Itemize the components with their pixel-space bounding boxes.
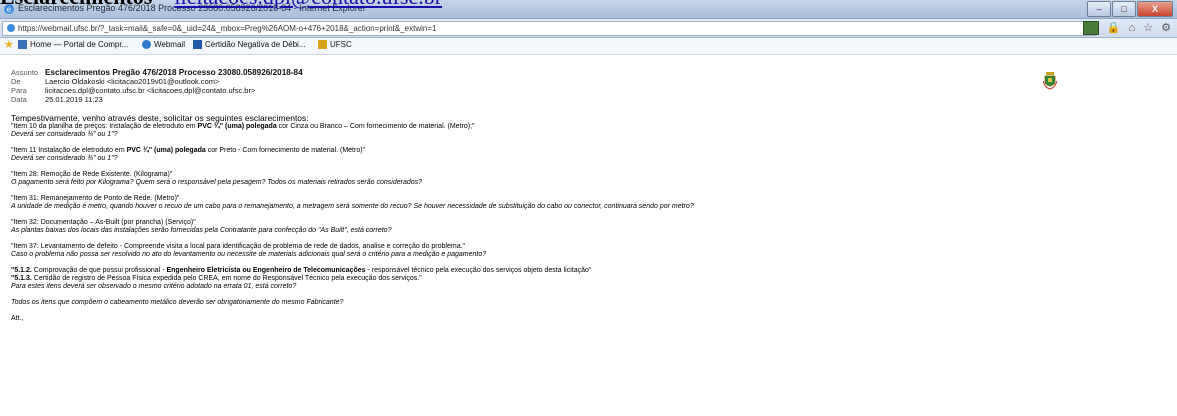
item-37-text: "Item 37: Levantamento de defeito - Comp… (11, 243, 466, 250)
signoff: Att., (11, 315, 24, 322)
lock-icon[interactable]: 🔒 (1107, 22, 1121, 35)
item-512-number: "5.1.2. (11, 267, 32, 274)
settings-gear-icon[interactable]: ⚙ (1161, 22, 1171, 35)
item-513-post: Certidão de registro de Pessoa Física ex… (31, 275, 422, 282)
from-label: De (11, 77, 21, 86)
item-10-block: "Item 10 da planilha de preços: Instalaç… (11, 123, 1161, 139)
overflow-heading: Esclarecimentos licitacoes.dpl@contato.uf… (0, 0, 442, 8)
item-11-text: "Item 11 Instalação de eletroduto em PVC… (11, 147, 1161, 155)
item-10-post: cor Cinza ou Branco – Com fornecimento d… (276, 123, 475, 130)
item-28-question: O pagamento será feito por Kilograma? Qu… (11, 179, 423, 186)
favorite-label: UFSC (330, 40, 352, 49)
email-to: licitacoes.dpl@contato.ufsc.br <licitaco… (45, 86, 256, 95)
maximize-button[interactable]: □ (1112, 1, 1136, 17)
item-37-block: "Item 37: Levantamento de defeito - Comp… (11, 243, 1161, 259)
final-question-block: Todos os itens que compõem o cabeamento … (11, 299, 1161, 307)
item-11-post: cor Preto - Com fornecimento de material… (205, 147, 366, 154)
intro-text: Tempestivamente, venho através deste, so… (11, 113, 309, 123)
email-from: Laercio Oldakoski <licitacao2019v01@outl… (45, 77, 220, 86)
certidao-icon (193, 40, 202, 49)
item-512-bold: Engenheiro Eletricista ou Engenheiro de … (166, 267, 366, 274)
to-label: Para (11, 86, 27, 95)
item-37-question: Caso o problema não possa ser resolvido … (11, 251, 487, 258)
item-11-bold: PVC ¾" (uma) polegada (126, 147, 206, 154)
email-subject: Esclarecimentos Pregão 476/2018 Processo… (45, 68, 303, 77)
email-header: Assunto Esclarecimentos Pregão 476/2018 P… (11, 68, 303, 104)
item-32-question: As plantas baixas dos locais das instala… (11, 227, 392, 234)
favorites-star-icon[interactable]: ☆ (1143, 22, 1153, 35)
item-512-post: - responsável técnico pela execução dos … (365, 267, 592, 274)
item-10-question: Deverá ser considerado ¾" ou 1"? (11, 131, 118, 138)
compatibility-view-icon[interactable] (1082, 21, 1099, 35)
page-icon (7, 24, 15, 32)
final-question: Todos os itens que compõem o cabeamento … (11, 299, 344, 306)
portal-icon (18, 40, 27, 49)
favorite-label: Webmail (154, 40, 185, 49)
ufsc-crest-logo (1043, 72, 1057, 90)
home-icon[interactable]: ⌂ (1129, 22, 1136, 35)
close-button[interactable]: X (1137, 1, 1173, 17)
webmail-icon (142, 40, 151, 49)
item-10-text: "Item 10 da planilha de preços: Instalaç… (11, 123, 1161, 131)
item-513-number: "5.1.3. (11, 275, 32, 282)
url-text: https://webmail.ufsc.br/?_task=mail&_saf… (18, 24, 437, 33)
item-31-block: "Item 31: Remanejamento de Ponto de Rede… (11, 195, 1161, 211)
favorite-ufsc[interactable]: UFSC (318, 40, 352, 49)
minimize-button[interactable]: – (1087, 1, 1111, 17)
item-28-text: "Item 28: Remoção de Rede Existente. (Ki… (11, 171, 173, 178)
item-10-bold: PVC ¾" (uma) polegada (197, 123, 277, 130)
favorite-label: Home — Portal de Compr... (30, 40, 129, 49)
address-bar: https://webmail.ufsc.br/?_task=mail&_saf… (0, 19, 1177, 38)
item-512-text: "5.1.2. Comprovação de que possui profis… (11, 267, 1161, 275)
item-513-text: "5.1.3. Certidão de registro de Pessoa F… (11, 275, 1161, 283)
item-11-question: Deverá ser considerado ¾" ou 1"? (11, 155, 118, 162)
subject-label: Assunto (11, 68, 39, 77)
date-label: Data (11, 95, 27, 104)
favorite-home-portal[interactable]: Home — Portal de Compr... (18, 40, 128, 49)
item-512-pre: Comprovação de que possui profissional - (31, 267, 167, 274)
email-date: 25.01.2019 11:23 (45, 95, 103, 104)
item-11-block: "Item 11 Instalação de eletroduto em PVC… (11, 147, 1161, 163)
url-field[interactable]: https://webmail.ufsc.br/?_task=mail&_saf… (2, 21, 1096, 36)
favorite-webmail[interactable]: Webmail (142, 40, 185, 49)
favorite-certidao[interactable]: Certidão Negativa de Débi... (193, 40, 306, 49)
item-11-pre: "Item 11 Instalação de eletroduto em (11, 147, 127, 154)
item-31-question: A unidade de medição é metro, quando hou… (11, 203, 694, 210)
email-body: Tempestivamente, venho através deste, so… (11, 113, 1161, 323)
favorites-bar: ★ Home — Portal de Compr... Webmail Cert… (0, 38, 1177, 55)
favorites-bar-star-icon[interactable]: ★ (4, 40, 14, 51)
item-32-block: "Item 32: Documentação – As-Built (por p… (11, 219, 1161, 235)
item-32-text: "Item 32: Documentação – As-Built (por p… (11, 219, 196, 226)
item-512-513-block: "5.1.2. Comprovação de que possui profis… (11, 267, 1161, 291)
overflow-heading-text: Esclarecimentos (0, 0, 152, 9)
item-31-text: "Item 31: Remanejamento de Ponto de Rede… (11, 195, 180, 202)
overflow-heading-link[interactable]: licitacoes.dpl@contato.ufsc.br (174, 0, 442, 9)
item-28-block: "Item 28: Remoção de Rede Existente. (Ki… (11, 171, 1161, 187)
item-10-pre: "Item 10 da planilha de preços: Instalaç… (11, 123, 198, 130)
ufsc-icon (318, 40, 327, 49)
item-513-question: Para estes itens deverá ser observado o … (11, 283, 297, 290)
favorite-label: Certidão Negativa de Débi... (205, 40, 306, 49)
